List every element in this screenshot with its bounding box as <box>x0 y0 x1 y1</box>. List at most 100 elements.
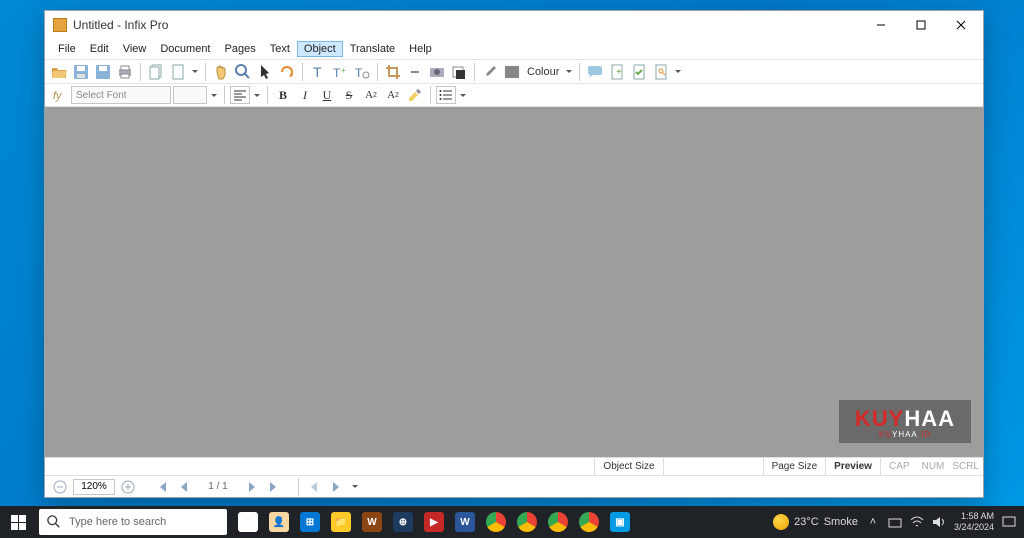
font-select[interactable]: Select Font <box>71 86 171 104</box>
underline-button[interactable]: U <box>317 85 337 105</box>
camera-tool-button[interactable] <box>427 62 447 82</box>
zoom-input[interactable]: 120% <box>73 479 115 495</box>
zoom-tool-button[interactable] <box>233 62 253 82</box>
separator <box>224 86 225 104</box>
tray-chevron-icon[interactable]: ˄ <box>866 515 880 529</box>
taskbar-app-1[interactable]: ⚙ <box>233 506 263 538</box>
menu-translate[interactable]: Translate <box>343 41 402 57</box>
close-button[interactable] <box>941 11 981 39</box>
tray-notifications-icon[interactable] <box>1002 515 1016 529</box>
taskbar-search[interactable]: Type here to search <box>39 509 227 535</box>
menu-object[interactable]: Object <box>297 41 343 57</box>
zoom-in-button[interactable] <box>119 478 137 496</box>
app-icon <box>53 18 67 32</box>
colour-swatch-button[interactable] <box>502 62 522 82</box>
taskbar-app-chrome1[interactable] <box>481 506 511 538</box>
tray-network-icon[interactable] <box>888 515 902 529</box>
nav-forward-button[interactable] <box>328 478 346 496</box>
taskbar-app-store[interactable]: ⊞ <box>295 506 325 538</box>
subscript-button[interactable]: A2 <box>383 85 403 105</box>
taskbar-app-5[interactable]: ▶ <box>419 506 449 538</box>
text-link-button[interactable]: T <box>352 62 372 82</box>
hand-tool-button[interactable] <box>211 62 231 82</box>
page-tools-dropdown[interactable] <box>673 62 683 82</box>
comment-button[interactable] <box>585 62 605 82</box>
nav-back-button[interactable] <box>306 478 324 496</box>
start-button[interactable] <box>0 506 36 538</box>
pointer-tool-button[interactable] <box>255 62 275 82</box>
menu-text[interactable]: Text <box>263 41 297 57</box>
strikethrough-button[interactable]: S <box>339 85 359 105</box>
page-button[interactable] <box>168 62 188 82</box>
prev-page-button[interactable] <box>175 478 193 496</box>
separator <box>302 63 303 81</box>
save-as-button[interactable] <box>93 62 113 82</box>
zoom-out-button[interactable] <box>51 478 69 496</box>
text-plus-button[interactable]: T+ <box>330 62 350 82</box>
first-page-button[interactable] <box>153 478 171 496</box>
font-style-button[interactable]: fy <box>49 85 69 105</box>
menu-file[interactable]: File <box>51 41 83 57</box>
page-indicator[interactable]: 1 / 1 <box>197 479 239 495</box>
separator <box>267 86 268 104</box>
highlight-button[interactable] <box>405 85 425 105</box>
font-size-input[interactable] <box>173 86 207 104</box>
eyedropper-button[interactable] <box>480 62 500 82</box>
open-button[interactable] <box>49 62 69 82</box>
superscript-button[interactable]: A2 <box>361 85 381 105</box>
menu-document[interactable]: Document <box>153 41 217 57</box>
separator <box>430 86 431 104</box>
minimize-button[interactable] <box>861 11 901 39</box>
status-spacer <box>663 458 763 475</box>
toolbar-format: fy Select Font B I U S A2 A2 <box>45 83 983 107</box>
weather-widget[interactable]: 23°C Smoke <box>773 514 858 530</box>
next-page-button[interactable] <box>243 478 261 496</box>
app-window: Untitled - Infix Pro File Edit View Docu… <box>44 10 984 498</box>
page-find-button[interactable] <box>651 62 671 82</box>
tray-wifi-icon[interactable] <box>910 515 924 529</box>
taskbar-app-chrome2[interactable] <box>512 506 542 538</box>
taskbar-app-6[interactable]: ▣ <box>605 506 635 538</box>
link-tool-button[interactable] <box>405 62 425 82</box>
bold-button[interactable]: B <box>273 85 293 105</box>
taskbar-apps: ⚙ 👤 ⊞ 📁 W ⊕ ▶ W ▣ <box>233 506 635 538</box>
font-size-dropdown[interactable] <box>209 85 219 105</box>
nav-dropdown[interactable] <box>350 477 360 497</box>
taskbar-clock[interactable]: 1:58 AM 3/24/2024 <box>954 511 994 533</box>
toolbar-main: T T+ T Colour + <box>45 59 983 83</box>
weather-icon <box>773 514 789 530</box>
page-add-button[interactable]: + <box>607 62 627 82</box>
align-combo[interactable] <box>230 86 250 104</box>
last-page-button[interactable] <box>265 478 283 496</box>
taskbar-app-4[interactable]: ⊕ <box>388 506 418 538</box>
menu-view[interactable]: View <box>116 41 154 57</box>
taskbar-app-word[interactable]: W <box>450 506 480 538</box>
align-dropdown[interactable] <box>252 85 262 105</box>
maximize-button[interactable] <box>901 11 941 39</box>
print-button[interactable] <box>115 62 135 82</box>
taskbar-app-2[interactable]: 👤 <box>264 506 294 538</box>
status-preview[interactable]: Preview <box>825 458 880 475</box>
menu-edit[interactable]: Edit <box>83 41 116 57</box>
taskbar-app-3[interactable]: W <box>357 506 387 538</box>
redact-tool-button[interactable] <box>449 62 469 82</box>
page-dropdown[interactable] <box>190 62 200 82</box>
menu-help[interactable]: Help <box>402 41 439 57</box>
crop-tool-button[interactable] <box>383 62 403 82</box>
taskbar-app-explorer[interactable]: 📁 <box>326 506 356 538</box>
copy-page-button[interactable] <box>146 62 166 82</box>
tray-volume-icon[interactable] <box>932 515 946 529</box>
list-combo[interactable] <box>436 86 456 104</box>
page-check-button[interactable] <box>629 62 649 82</box>
rotate-tool-button[interactable] <box>277 62 297 82</box>
list-dropdown[interactable] <box>458 85 468 105</box>
menu-pages[interactable]: Pages <box>218 41 263 57</box>
colour-dropdown[interactable] <box>564 62 574 82</box>
taskbar-app-chrome3[interactable] <box>543 506 573 538</box>
italic-button[interactable]: I <box>295 85 315 105</box>
svg-text:fy: fy <box>53 90 63 102</box>
menubar: File Edit View Document Pages Text Objec… <box>45 39 983 59</box>
save-button[interactable] <box>71 62 91 82</box>
text-tool-button[interactable]: T <box>308 62 328 82</box>
taskbar-app-chrome4[interactable] <box>574 506 604 538</box>
